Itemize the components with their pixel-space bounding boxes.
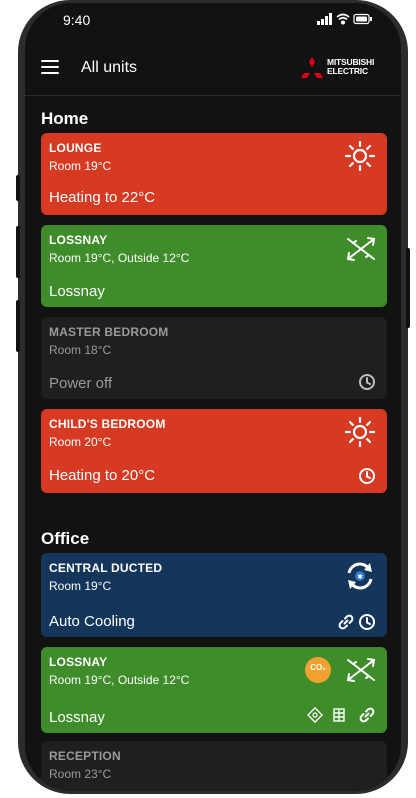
link-icon bbox=[359, 707, 375, 723]
auto-cool-icon: ✱ bbox=[347, 562, 373, 590]
unit-room-temp: Room 20°C bbox=[49, 435, 112, 449]
unit-room-temp: Room 23°C bbox=[49, 767, 112, 781]
clock-icon bbox=[359, 614, 375, 630]
status-time: 9:40 bbox=[63, 12, 91, 28]
screen: 9:40 All units MITSUBISHI ELECTRIC Home … bbox=[25, 3, 401, 791]
ventilation-icon bbox=[346, 237, 376, 261]
ventilation-icon bbox=[346, 658, 376, 682]
unit-room-temp: Room 19°C, Outside 12°C bbox=[49, 673, 190, 687]
hamburger-menu-icon[interactable] bbox=[41, 60, 59, 74]
unit-room-temp: Room 18°C bbox=[49, 343, 112, 357]
wifi-icon bbox=[336, 13, 350, 25]
unit-name: CENTRAL DUCTED bbox=[49, 561, 163, 575]
unit-status: Lossnay bbox=[49, 709, 105, 726]
unit-status: Power off bbox=[49, 375, 113, 392]
unit-card-childs-bedroom[interactable]: CHILD'S BEDROOM Room 20°C Heating to 20°… bbox=[41, 409, 387, 493]
side-button-power bbox=[406, 248, 410, 328]
battery-icon bbox=[353, 13, 372, 25]
logo-brand-line-2: ELECTRIC bbox=[327, 66, 368, 76]
section-title-home: Home bbox=[41, 109, 89, 128]
sensor-icon bbox=[307, 707, 323, 723]
unit-card-lossnay-office[interactable]: LOSSNAY Room 19°C, Outside 12°C Lossnay … bbox=[41, 647, 387, 733]
status-bar: 9:40 bbox=[25, 3, 401, 41]
side-button-volume-down bbox=[16, 300, 20, 352]
unit-name: CHILD'S BEDROOM bbox=[49, 417, 166, 431]
link-icon bbox=[338, 614, 354, 630]
header-divider bbox=[25, 95, 401, 96]
clock-icon bbox=[359, 374, 375, 390]
unit-name: MASTER BEDROOM bbox=[49, 325, 169, 339]
unit-name: LOUNGE bbox=[49, 141, 102, 155]
sun-icon bbox=[344, 416, 376, 448]
status-indicators bbox=[317, 13, 373, 28]
unit-card-central-ducted[interactable]: CENTRAL DUCTED Room 19°C Auto Cooling ✱ bbox=[41, 553, 387, 637]
unit-status: Auto Cooling bbox=[49, 613, 135, 630]
unit-room-temp: Room 19°C bbox=[49, 159, 112, 173]
filter-icon bbox=[333, 708, 345, 722]
unit-card-master-bedroom[interactable]: MASTER BEDROOM Room 18°C Power off bbox=[41, 317, 387, 399]
unit-card-lounge[interactable]: LOUNGE Room 19°C Heating to 22°C bbox=[41, 133, 387, 215]
unit-status: Heating to 22°C bbox=[49, 189, 156, 206]
unit-card-reception[interactable]: RECEPTION Room 23°C bbox=[41, 741, 387, 791]
signal-icon bbox=[317, 13, 332, 25]
app-header: All units MITSUBISHI ELECTRIC bbox=[25, 53, 401, 89]
co2-icon: CO₂ bbox=[305, 657, 331, 683]
unit-room-temp: Room 19°C, Outside 12°C bbox=[49, 251, 190, 265]
section-title-office: Office bbox=[41, 529, 90, 548]
clock-icon bbox=[359, 468, 375, 484]
unit-status: Lossnay bbox=[49, 283, 105, 300]
side-button-mute bbox=[16, 175, 20, 201]
sun-icon bbox=[344, 140, 376, 172]
unit-status: Heating to 20°C bbox=[49, 467, 156, 484]
svg-text:✱: ✱ bbox=[357, 573, 363, 581]
unit-name: LOSSNAY bbox=[49, 655, 108, 669]
unit-card-lossnay-home[interactable]: LOSSNAY Room 19°C, Outside 12°C Lossnay bbox=[41, 225, 387, 307]
header-title: All units bbox=[81, 59, 138, 76]
side-button-volume-up bbox=[16, 226, 20, 278]
unit-name: LOSSNAY bbox=[49, 233, 108, 247]
co2-badge-label: CO₂ bbox=[310, 663, 326, 672]
unit-room-temp: Room 19°C bbox=[49, 579, 112, 593]
mitsubishi-electric-logo: MITSUBISHI ELECTRIC bbox=[293, 56, 393, 86]
unit-name: RECEPTION bbox=[49, 749, 121, 763]
